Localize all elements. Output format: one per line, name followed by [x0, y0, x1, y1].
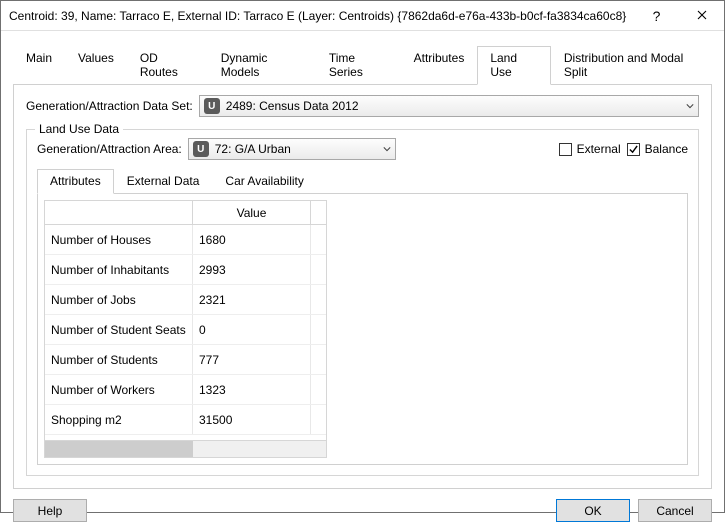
tab-values[interactable]: Values [65, 46, 127, 85]
groupbox-title: Land Use Data [35, 122, 123, 136]
table-row[interactable]: Shopping m231500 [45, 405, 326, 435]
attr-name: Number of Inhabitants [45, 255, 193, 284]
attr-name: Number of Workers [45, 375, 193, 404]
sub-panel-attributes: Value Number of Houses1680Number of Inha… [37, 194, 688, 465]
scrollbar-thumb[interactable] [45, 441, 193, 457]
dialog-window: Centroid: 39, Name: Tarraco E, External … [0, 0, 725, 513]
subtab-attributes[interactable]: Attributes [37, 169, 114, 194]
table-header-value: Value [193, 201, 311, 224]
help-button[interactable]: ? [634, 1, 679, 30]
area-row: Generation/Attraction Area: U 72: G/A Ur… [37, 138, 688, 160]
window-title: Centroid: 39, Name: Tarraco E, External … [9, 9, 634, 23]
table-row[interactable]: Number of Inhabitants2993 [45, 255, 326, 285]
attr-value[interactable]: 1680 [193, 225, 311, 254]
content: MainValuesOD RoutesDynamic ModelsTime Se… [1, 31, 724, 499]
ok-button-label: OK [584, 504, 601, 518]
attr-value[interactable]: 1323 [193, 375, 311, 404]
help-button-label: Help [38, 504, 63, 518]
dataset-label: Generation/Attraction Data Set: [26, 99, 193, 113]
tab-time-series[interactable]: Time Series [316, 46, 401, 85]
titlebar: Centroid: 39, Name: Tarraco E, External … [1, 1, 724, 31]
tab-land-use[interactable]: Land Use [477, 46, 551, 85]
table-row[interactable]: Number of Jobs2321 [45, 285, 326, 315]
table-body: Number of Houses1680Number of Inhabitant… [45, 225, 326, 440]
area-value: 72: G/A Urban [215, 142, 291, 156]
attr-name: Number of Houses [45, 225, 193, 254]
table-row[interactable]: Number of Students777 [45, 345, 326, 375]
attr-name: Number of Jobs [45, 285, 193, 314]
cancel-button-label: Cancel [656, 504, 693, 518]
table-row[interactable]: Number of Houses1680 [45, 225, 326, 255]
land-use-groupbox: Land Use Data Generation/Attraction Area… [26, 129, 699, 476]
area-label: Generation/Attraction Area: [37, 142, 182, 156]
dialog-footer: Help OK Cancel [1, 499, 724, 522]
attr-value[interactable]: 777 [193, 345, 311, 374]
tab-attributes[interactable]: Attributes [401, 46, 478, 85]
ok-button[interactable]: OK [556, 499, 630, 522]
help-icon: ? [653, 8, 661, 24]
table-row[interactable]: Number of Student Seats0 [45, 315, 326, 345]
attributes-table: Value Number of Houses1680Number of Inha… [44, 200, 327, 458]
table-row[interactable]: Number of Workers1323 [45, 375, 326, 405]
cancel-button[interactable]: Cancel [638, 499, 712, 522]
area-icon: U [193, 141, 209, 157]
sub-tabstrip: AttributesExternal DataCar Availability [37, 168, 688, 194]
external-checkbox[interactable]: External [559, 142, 621, 156]
attr-value[interactable]: 2993 [193, 255, 311, 284]
tab-dynamic-models[interactable]: Dynamic Models [208, 46, 316, 85]
attr-name: Shopping m2 [45, 405, 193, 434]
checkbox-box-icon [559, 143, 572, 156]
balance-checkbox-label: Balance [645, 142, 688, 156]
external-checkbox-label: External [577, 142, 621, 156]
tab-main[interactable]: Main [13, 46, 65, 85]
dataset-icon: U [204, 98, 220, 114]
dataset-dropdown[interactable]: U 2489: Census Data 2012 [199, 95, 699, 117]
dataset-row: Generation/Attraction Data Set: U 2489: … [26, 95, 699, 117]
subtab-car-availability[interactable]: Car Availability [212, 169, 316, 194]
chevron-down-icon [383, 146, 391, 152]
main-tabstrip: MainValuesOD RoutesDynamic ModelsTime Se… [13, 45, 712, 85]
tab-panel-land-use: Generation/Attraction Data Set: U 2489: … [13, 85, 712, 489]
horizontal-scrollbar[interactable] [45, 440, 326, 457]
subtab-external-data[interactable]: External Data [114, 169, 213, 194]
attr-value[interactable]: 0 [193, 315, 311, 344]
help-button[interactable]: Help [13, 499, 87, 522]
close-button[interactable] [679, 1, 724, 30]
chevron-down-icon [686, 103, 694, 109]
close-icon [697, 9, 707, 23]
tab-distribution-and-modal-split[interactable]: Distribution and Modal Split [551, 46, 712, 85]
balance-checkbox[interactable]: Balance [627, 142, 688, 156]
dataset-value: 2489: Census Data 2012 [226, 99, 359, 113]
tab-od-routes[interactable]: OD Routes [127, 46, 208, 85]
table-header: Value [45, 201, 326, 225]
area-dropdown[interactable]: U 72: G/A Urban [188, 138, 396, 160]
table-header-blank [45, 201, 193, 224]
attr-value[interactable]: 2321 [193, 285, 311, 314]
attr-name: Number of Students [45, 345, 193, 374]
checkbox-box-icon [627, 143, 640, 156]
attr-name: Number of Student Seats [45, 315, 193, 344]
attr-value[interactable]: 31500 [193, 405, 311, 434]
